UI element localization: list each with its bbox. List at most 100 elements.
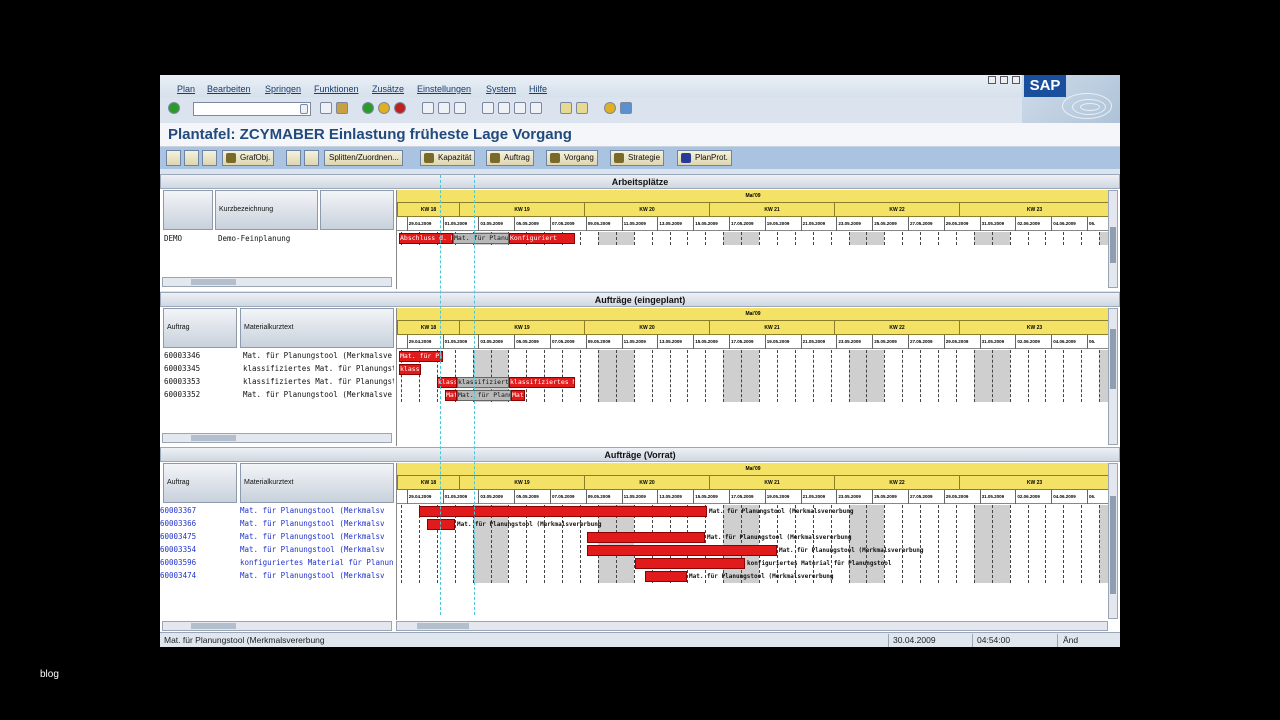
zoom-out-icon[interactable]: [184, 150, 199, 166]
col-auftrag-header[interactable]: Auftrag: [163, 308, 237, 348]
splitten-zuordnen-button[interactable]: Splitten/Zuordnen...: [324, 150, 403, 166]
previous-page-icon[interactable]: [498, 102, 510, 114]
order-id[interactable]: 60003346: [164, 349, 238, 362]
gantt-bar[interactable]: Konfiguriert: [509, 233, 575, 244]
order-material[interactable]: klassifiziertes Mat. für Planungsto: [243, 375, 394, 388]
back-arrow-icon[interactable]: [320, 102, 332, 114]
maximize-icon[interactable]: [1000, 76, 1008, 84]
gantt-bar[interactable]: [419, 506, 707, 517]
grid-icon[interactable]: [202, 150, 217, 166]
day-gridline: [938, 350, 939, 402]
auftrag-button[interactable]: Auftrag: [486, 150, 534, 166]
order-material-link[interactable]: Mat. für Planungstool (Merkmalsv: [240, 517, 394, 530]
order-id[interactable]: 60003353: [164, 375, 238, 388]
vscroll-1[interactable]: [1108, 190, 1118, 288]
workcenter-id[interactable]: DEMO: [164, 232, 214, 245]
col-material-header[interactable]: Materialkurztext: [240, 308, 394, 348]
col-kurzbezeichnung-header[interactable]: Kurzbezeichnung: [215, 190, 318, 230]
gantt-bar[interactable]: klassifiziertes Mat. für Planungstool: [509, 377, 575, 388]
zoom-in-icon[interactable]: [166, 150, 181, 166]
order-link[interactable]: 60003474: [160, 569, 236, 582]
minimize-icon[interactable]: [988, 76, 996, 84]
order-id[interactable]: 60003345: [164, 362, 238, 375]
grafobj-button[interactable]: GrafObj.: [222, 150, 275, 166]
left-hscroll-2[interactable]: [162, 433, 392, 443]
order-material[interactable]: klassifiziertes Mat. für Planungsto: [243, 362, 394, 375]
gantt-bar[interactable]: [635, 558, 745, 569]
kapazitaet-button[interactable]: Kapazität: [420, 150, 476, 166]
menu-einstellungen[interactable]: Einstellungen: [417, 84, 471, 94]
gantt-bar[interactable]: klassifiziert: [399, 364, 421, 375]
day-gridline: [723, 350, 725, 402]
menu-plan[interactable]: Plan: [177, 84, 195, 94]
new-session-icon[interactable]: [560, 102, 572, 114]
menu-funktionen[interactable]: Funktionen: [314, 84, 359, 94]
col-material-header[interactable]: Materialkurztext: [240, 463, 394, 503]
gantt-bar[interactable]: klassifiziertes Mat. für Planungstool: [457, 377, 509, 388]
order-material[interactable]: Mat. für Planungstool (Merkmalsve: [243, 388, 394, 401]
gantt-bar[interactable]: Mat. für Planungstool: [511, 390, 525, 401]
shortcut-icon[interactable]: [576, 102, 588, 114]
vscroll-2[interactable]: [1108, 308, 1118, 445]
gantt-bar[interactable]: Mat. für Plan: [399, 351, 443, 362]
save-icon[interactable]: [336, 102, 348, 114]
find-icon[interactable]: [438, 102, 450, 114]
col-blank2-header[interactable]: [320, 190, 394, 230]
gantt-bar[interactable]: Mat. für Planungstool: [457, 390, 511, 401]
workcenter-text[interactable]: Demo-Feinplanung: [218, 232, 318, 245]
menu-zusaetze[interactable]: Zusätze: [372, 84, 404, 94]
exit-icon[interactable]: [378, 102, 390, 114]
timeline-month: Mai'09: [397, 190, 1108, 203]
gantt-bar[interactable]: Mat. für Planungstool: [445, 390, 457, 401]
gantt-bar[interactable]: [427, 519, 455, 530]
order-link[interactable]: 60003475: [160, 530, 236, 543]
menu-bearbeiten[interactable]: Bearbeiten: [207, 84, 251, 94]
strategie-button[interactable]: Strategie: [610, 150, 665, 166]
order-link[interactable]: 60003354: [160, 543, 236, 556]
day-gridline: [776, 350, 778, 402]
cancel-icon[interactable]: [394, 102, 406, 114]
print-icon[interactable]: [422, 102, 434, 114]
dropdown-icon[interactable]: [300, 104, 308, 114]
day-gridline: [884, 232, 886, 245]
next-page-icon[interactable]: [514, 102, 526, 114]
left-hscroll-3[interactable]: [162, 621, 392, 631]
gantt-bar[interactable]: [587, 545, 777, 556]
col-auftrag-header[interactable]: Auftrag: [163, 463, 237, 503]
order-material-link[interactable]: konfiguriertes Material für Planung: [240, 556, 394, 569]
gantt-bar[interactable]: Mat. für Planungstool: [453, 233, 509, 244]
filter-icon[interactable]: [286, 150, 301, 166]
layout-icon[interactable]: [620, 102, 632, 114]
last-page-icon[interactable]: [530, 102, 542, 114]
vscroll-3[interactable]: [1108, 463, 1118, 619]
left-hscroll-1[interactable]: [162, 277, 392, 287]
enter-icon[interactable]: [168, 102, 180, 114]
order-link[interactable]: 60003367: [160, 504, 236, 517]
planprot-button[interactable]: PlanProt.: [677, 150, 732, 166]
order-material-link[interactable]: Mat. für Planungstool (Merkmalsv: [240, 504, 394, 517]
order-link[interactable]: 60003366: [160, 517, 236, 530]
order-material-link[interactable]: Mat. für Planungstool (Merkmalsv: [240, 569, 394, 582]
help-icon[interactable]: [604, 102, 616, 114]
funnel-icon[interactable]: [304, 150, 319, 166]
back-icon[interactable]: [362, 102, 374, 114]
menu-hilfe[interactable]: Hilfe: [529, 84, 547, 94]
gantt-bar[interactable]: [645, 571, 687, 582]
order-link[interactable]: 60003596: [160, 556, 236, 569]
day-gridline: [1009, 232, 1011, 245]
close-icon[interactable]: [1012, 76, 1020, 84]
find-next-icon[interactable]: [454, 102, 466, 114]
col-blank-header[interactable]: [163, 190, 213, 230]
first-page-icon[interactable]: [482, 102, 494, 114]
order-material-link[interactable]: Mat. für Planungstool (Merkmalsv: [240, 530, 394, 543]
gantt-hscroll[interactable]: [396, 621, 1108, 631]
order-material-link[interactable]: Mat. für Planungstool (Merkmalsv: [240, 543, 394, 556]
gantt-bar[interactable]: [587, 532, 705, 543]
menu-springen[interactable]: Springen: [265, 84, 301, 94]
menu-system[interactable]: System: [486, 84, 516, 94]
gantt-bar[interactable]: Abschluss d. Mat.: [399, 233, 453, 244]
order-material[interactable]: Mat. für Planungstool (Merkmalsve: [243, 349, 394, 362]
vorgang-button[interactable]: Vorgang: [546, 150, 598, 166]
command-field[interactable]: [193, 102, 311, 116]
order-id[interactable]: 60003352: [164, 388, 238, 401]
